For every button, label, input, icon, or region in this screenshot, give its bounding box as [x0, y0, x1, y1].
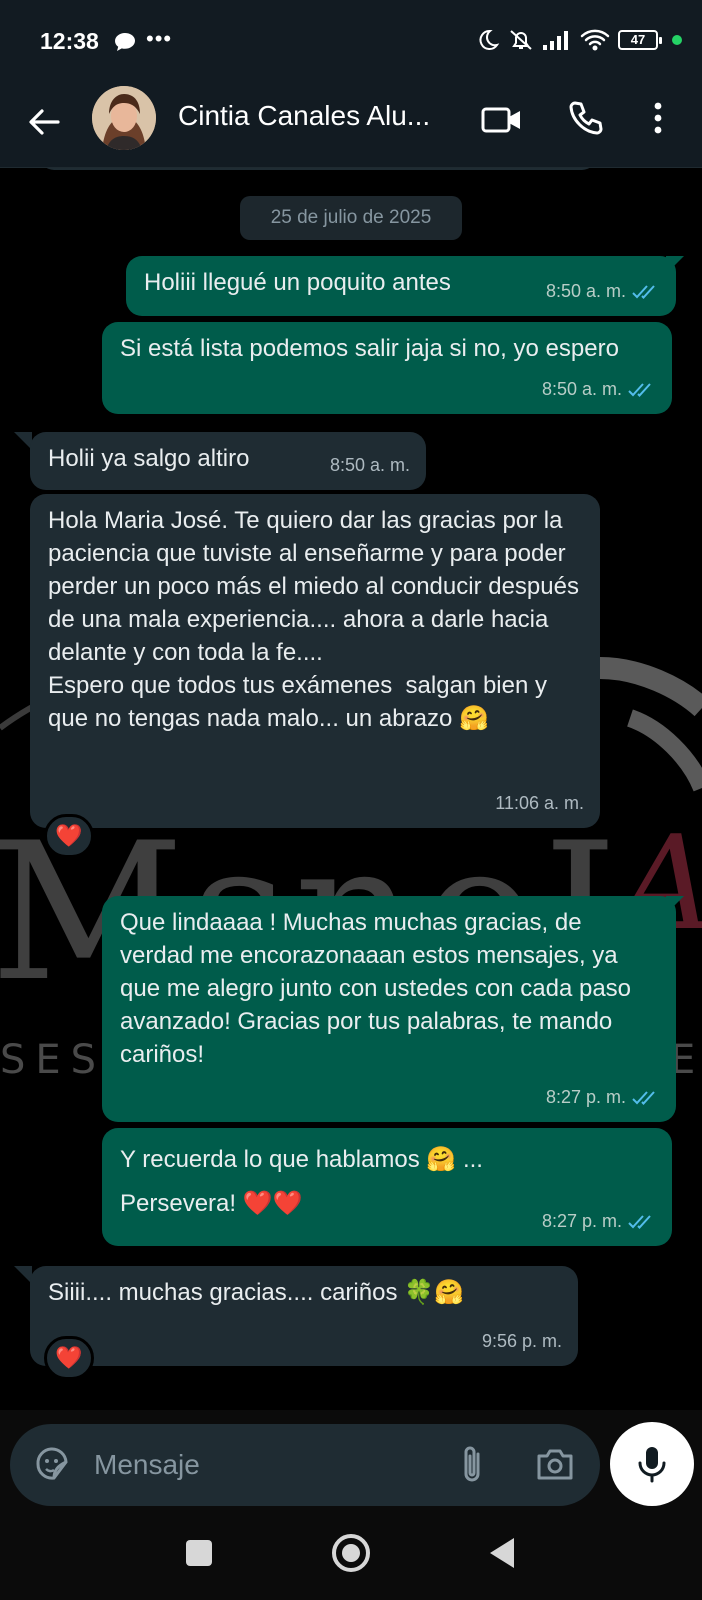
message-meta: 8:27 p. m. — [546, 1081, 660, 1114]
message-bubble-incoming[interactable]: Holii ya salgo altiro 8:50 a. m. — [30, 432, 426, 490]
read-ticks-icon — [628, 1214, 651, 1229]
read-ticks-icon — [632, 284, 655, 299]
message-meta: 11:06 a. m. — [495, 787, 584, 820]
phone-icon[interactable] — [566, 98, 606, 138]
reaction-emoji: ❤️ — [55, 823, 83, 849]
message-time: 8:50 a. m. — [329, 455, 410, 475]
status-bar: 12:38 ••• 47 — [0, 0, 702, 82]
signal-icon — [543, 31, 568, 50]
recents-icon[interactable] — [186, 1540, 212, 1566]
system-nav-bar — [0, 1520, 702, 1600]
message-composer — [10, 1424, 600, 1506]
microphone-icon — [638, 1447, 666, 1483]
muted-bell-icon — [510, 30, 532, 50]
camera-icon[interactable] — [534, 1444, 576, 1484]
previous-message-edge — [40, 168, 596, 170]
message-time: 8:27 p. m. — [541, 1211, 622, 1231]
more-vert-icon[interactable] — [648, 98, 668, 138]
chat-area[interactable]: MsnoL A SES EJ 25 de julio de 2025 Holii… — [0, 168, 702, 1410]
home-icon[interactable] — [332, 1534, 370, 1572]
attachment-icon[interactable] — [452, 1442, 492, 1488]
message-text: Siiii.... muchas gracias.... cariños 🍀🤗 — [48, 1279, 464, 1306]
chat-header: Cintia Canales Alu... — [0, 82, 702, 168]
heart-reaction[interactable]: ❤️ — [44, 814, 94, 858]
message-bubble-outgoing[interactable]: Y recuerda lo que hablamos 🤗 ... Perseve… — [102, 1128, 672, 1246]
moon-icon — [479, 29, 500, 50]
back-arrow-icon[interactable] — [24, 102, 64, 142]
contact-name[interactable]: Cintia Canales Alu... — [178, 100, 450, 132]
heart-reaction[interactable]: ❤️ — [44, 1336, 94, 1380]
message-text: Hola Maria José. Te quiero dar las graci… — [48, 507, 579, 732]
read-ticks-icon — [632, 1090, 655, 1105]
message-meta: 8:50 a. m. — [330, 449, 410, 482]
status-icons: 47 — [476, 28, 682, 52]
message-meta: 9:56 p. m. — [482, 1325, 562, 1358]
message-time: 11:06 a. m. — [495, 793, 584, 813]
date-chip: 25 de julio de 2025 — [240, 196, 462, 240]
message-meta: 8:50 a. m. — [546, 275, 660, 308]
message-time: 9:56 p. m. — [481, 1331, 562, 1351]
message-meta: 8:50 a. m. — [542, 373, 656, 406]
chat-notification-icon — [114, 32, 136, 57]
wifi-icon — [580, 29, 610, 51]
read-ticks-icon — [628, 382, 651, 397]
message-text: Que lindaaaa ! Muchas muchas gracias, de… — [120, 909, 638, 1068]
avatar[interactable] — [92, 86, 156, 150]
green-dot-icon — [672, 35, 682, 45]
video-call-icon[interactable] — [480, 100, 524, 140]
sticker-icon[interactable] — [32, 1444, 72, 1484]
message-time: 8:50 a. m. — [545, 281, 626, 301]
message-time: 8:27 p. m. — [545, 1087, 626, 1107]
message-bubble-incoming[interactable]: Siiii.... muchas gracias.... cariños 🍀🤗 … — [30, 1266, 578, 1366]
message-bubble-outgoing[interactable]: Holiii llegué un poquito antes 8:50 a. m… — [126, 256, 676, 316]
back-triangle-icon[interactable] — [490, 1538, 514, 1568]
message-meta: 8:27 p. m. — [542, 1205, 656, 1238]
message-time: 8:50 a. m. — [541, 379, 622, 399]
message-bubble-outgoing[interactable]: Si está lista podemos salir jaja si no, … — [102, 322, 672, 414]
reaction-emoji: ❤️ — [55, 1345, 83, 1371]
message-bubble-outgoing[interactable]: Que lindaaaa ! Muchas muchas gracias, de… — [102, 896, 676, 1122]
microphone-button[interactable] — [610, 1422, 694, 1506]
message-input[interactable] — [94, 1440, 434, 1490]
message-text: Si está lista podemos salir jaja si no, … — [120, 335, 619, 362]
message-bubble-incoming[interactable]: Hola Maria José. Te quiero dar las graci… — [30, 494, 600, 828]
status-time: 12:38 — [40, 28, 99, 54]
battery-indicator: 47 — [618, 30, 662, 50]
svg-text:SES: SES — [0, 1037, 106, 1083]
more-notifications-icon: ••• — [146, 26, 173, 51]
